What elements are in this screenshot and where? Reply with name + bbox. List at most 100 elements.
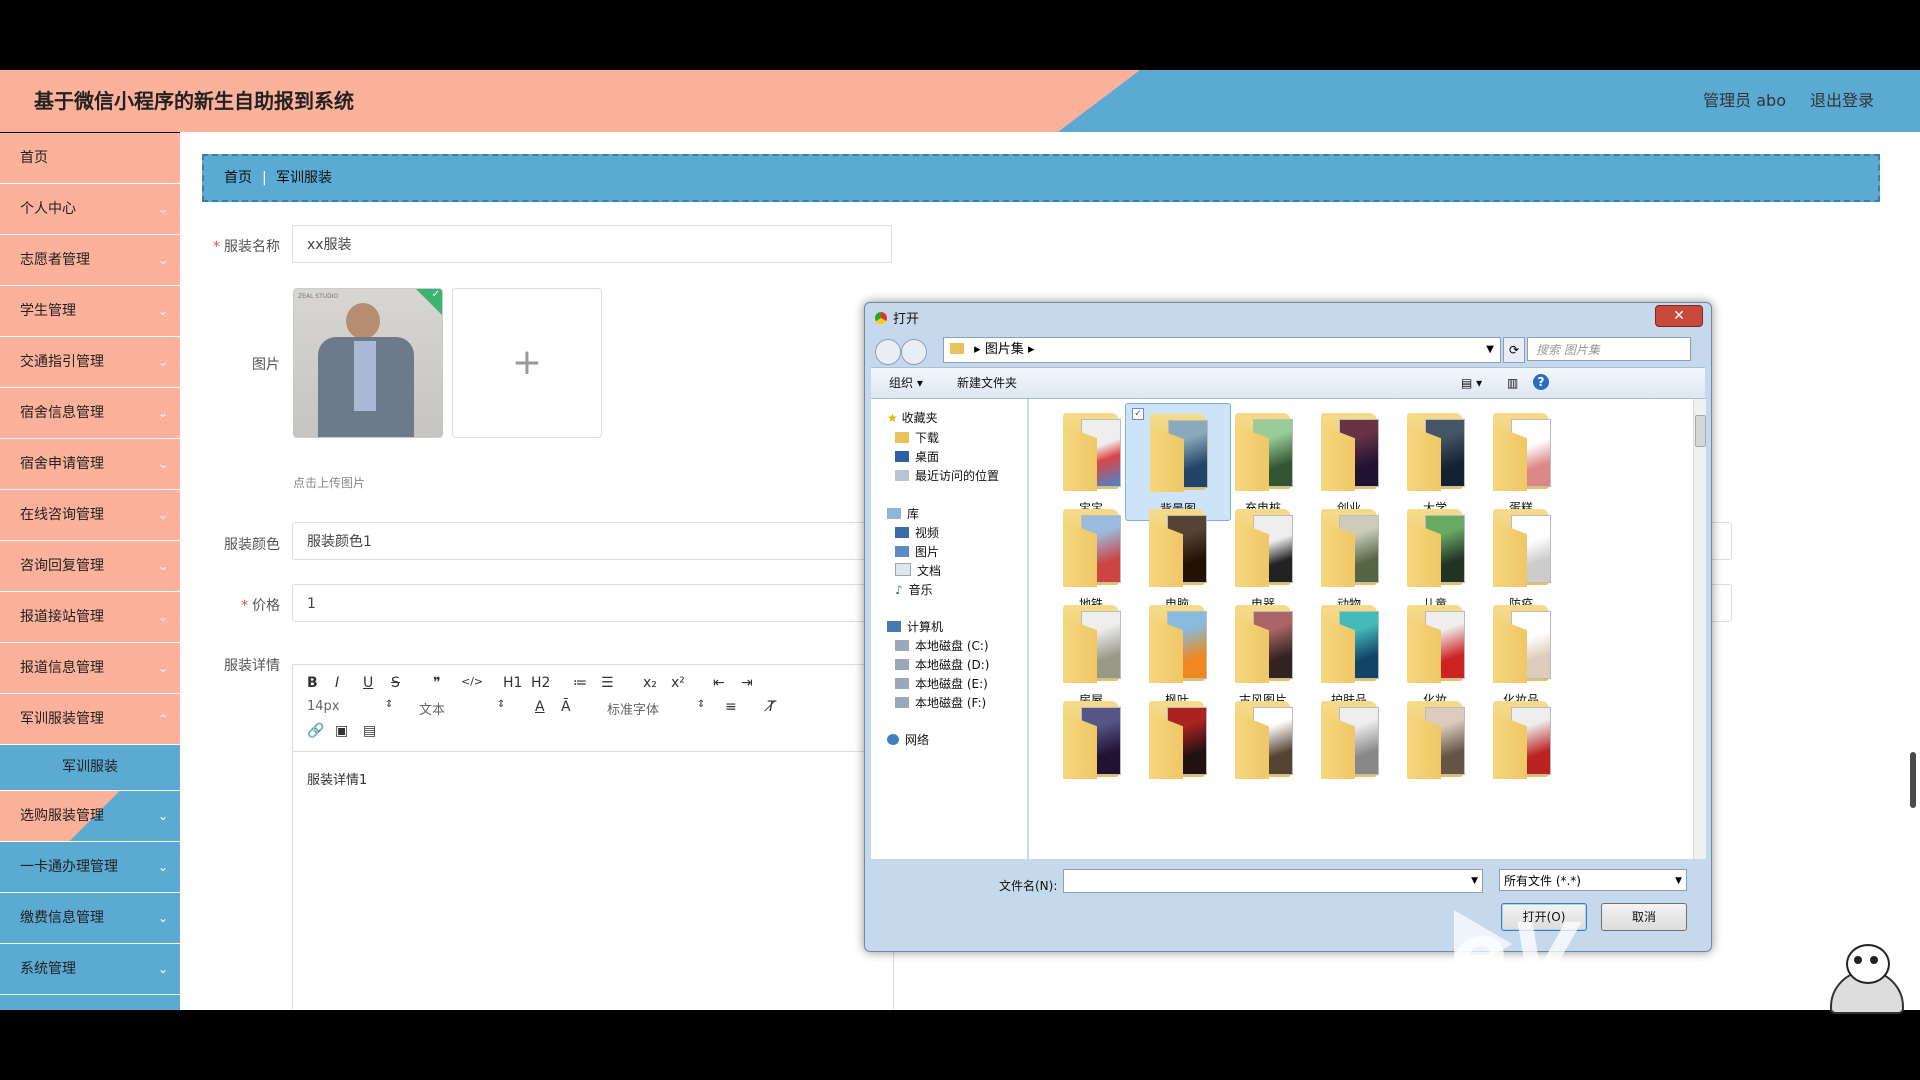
nav-favorites[interactable]: ★ 收藏夹 xyxy=(887,409,938,426)
sidebar-subitem-uniform[interactable]: 军训服装 xyxy=(0,745,180,791)
h1-button[interactable]: H1 xyxy=(503,675,522,691)
nav-libraries[interactable]: 库 xyxy=(887,505,919,522)
detail-label: 服装详情 xyxy=(224,658,280,674)
admin-label: 管理员 abo xyxy=(1703,91,1786,110)
paragraph-select[interactable]: 文本 xyxy=(419,699,445,718)
mascot-icon xyxy=(1810,940,1920,1014)
nav-disk-f[interactable]: 本地磁盘 (F:) xyxy=(895,694,986,711)
view-options-icon[interactable]: ▤ ▾ xyxy=(1461,368,1482,398)
ordered-list-button[interactable]: ≔ xyxy=(573,675,587,691)
h2-button[interactable]: H2 xyxy=(531,675,550,691)
breadcrumb: 首页 | 军训服装 xyxy=(202,154,1880,202)
nav-pictures[interactable]: 图片 xyxy=(895,543,939,560)
dialog-title: 打开 xyxy=(875,307,919,333)
address-bar[interactable]: ▸ 图片集 ▸ ▼ xyxy=(943,337,1501,363)
font-color-icon[interactable]: A xyxy=(535,699,545,715)
nav-downloads[interactable]: 下载 xyxy=(895,429,939,446)
bold-button[interactable]: B xyxy=(307,675,318,691)
italic-button[interactable]: I xyxy=(335,675,339,691)
clear-format-icon[interactable]: T̸ xyxy=(767,699,776,715)
sidebar-item-card[interactable]: 一卡通办理管理 ⌄ xyxy=(0,842,180,893)
sidebar-item-report-info[interactable]: 报道信息管理 ⌄ xyxy=(0,643,180,694)
strike-button[interactable]: S xyxy=(391,675,400,691)
video-icon[interactable]: ▤ xyxy=(363,723,376,739)
bullet-list-button[interactable]: ☰ xyxy=(601,675,614,691)
nav-disk-d[interactable]: 本地磁盘 (D:) xyxy=(895,656,989,673)
sidebar-item-payment[interactable]: 缴费信息管理 ⌄ xyxy=(0,893,180,944)
link-icon[interactable]: 🔗 xyxy=(307,723,324,739)
cancel-button[interactable]: 取消 xyxy=(1601,903,1687,931)
address-path[interactable]: 图片集 xyxy=(985,342,1024,357)
sidebar-item-home[interactable]: 首页 xyxy=(0,133,180,184)
path-arrow-icon: ▸ xyxy=(1027,342,1035,357)
sidebar-item-dorm-apply[interactable]: 宿舍申请管理 ⌄ xyxy=(0,439,180,490)
sidebar-item-dorm-info[interactable]: 宿舍信息管理 ⌄ xyxy=(0,388,180,439)
dialog-search-input[interactable]: 搜索 图片集 xyxy=(1527,337,1691,361)
image-icon[interactable]: ▣ xyxy=(335,723,348,739)
editor-content[interactable]: 服装详情1 xyxy=(307,769,367,788)
nav-documents[interactable]: 文档 xyxy=(895,562,941,579)
forward-button[interactable] xyxy=(901,339,927,365)
code-button[interactable]: </> xyxy=(461,675,483,688)
refresh-icon[interactable]: ⟳ xyxy=(1503,337,1525,363)
quote-button[interactable]: ❞ xyxy=(433,675,441,691)
sidebar-item-personal-center[interactable]: 个人中心 ⌄ xyxy=(0,184,180,235)
scroll-handle[interactable] xyxy=(1910,752,1916,808)
nav-desktop[interactable]: 桌面 xyxy=(895,448,939,465)
outdent-button[interactable]: ⇤ xyxy=(713,675,725,691)
sidebar-item-consult[interactable]: 在线咨询管理 ⌄ xyxy=(0,490,180,541)
sidebar-item-traffic[interactable]: 交通指引管理 ⌄ xyxy=(0,337,180,388)
chrome-icon xyxy=(875,312,887,324)
chevron-down-icon: ⌄ xyxy=(157,304,168,318)
nav-videos[interactable]: 视频 xyxy=(895,524,939,541)
superscript-button[interactable]: x² xyxy=(671,675,685,691)
nav-network[interactable]: 网络 xyxy=(887,731,929,748)
sidebar-item-label: 志愿者管理 xyxy=(20,252,90,268)
name-input[interactable]: xx服装 xyxy=(292,225,892,263)
nav-disk-c[interactable]: 本地磁盘 (C:) xyxy=(895,637,989,654)
paragraph-select-arrow: ⇕ xyxy=(497,699,506,710)
price-label: * 价格 xyxy=(241,598,280,614)
organize-button[interactable]: 组织 ▾ xyxy=(889,368,923,398)
nav-recent[interactable]: 最近访问的位置 xyxy=(895,467,999,484)
indent-button[interactable]: ⇥ xyxy=(741,675,753,691)
nav-computer[interactable]: 计算机 xyxy=(887,618,943,635)
color-label: 服装颜色 xyxy=(224,537,280,553)
chevron-down-icon: ⌄ xyxy=(157,355,168,369)
sidebar-item-students[interactable]: 学生管理 ⌄ xyxy=(0,286,180,337)
chevron-down-icon[interactable]: ▼ xyxy=(1471,870,1478,892)
sidebar-item-label: 报道信息管理 xyxy=(20,660,104,676)
nav-disk-e[interactable]: 本地磁盘 (E:) xyxy=(895,675,988,692)
filename-input[interactable]: ▼ xyxy=(1063,869,1483,893)
filetype-select[interactable]: 所有文件 (*.*) ▼ xyxy=(1499,869,1687,891)
sidebar-item-uniform[interactable]: 军训服装管理 ⌃ xyxy=(0,694,180,745)
help-icon[interactable]: ? xyxy=(1533,374,1549,390)
sidebar-item-purchase[interactable]: 选购服装管理 ⌄ xyxy=(0,791,180,842)
uploaded-image[interactable]: ZEAL STUDIO ✓ xyxy=(293,288,443,438)
sidebar-item-volunteers[interactable]: 志愿者管理 ⌄ xyxy=(0,235,180,286)
image-upload-button[interactable]: + xyxy=(452,288,602,438)
new-folder-button[interactable]: 新建文件夹 xyxy=(957,368,1017,398)
sidebar-item-system[interactable]: 系统管理 ⌄ xyxy=(0,944,180,995)
breadcrumb-home[interactable]: 首页 xyxy=(224,156,252,200)
file-list-scrollbar[interactable] xyxy=(1693,399,1706,859)
chevron-down-icon: ⌄ xyxy=(157,860,168,874)
nav-music[interactable]: ♪ 音乐 xyxy=(895,581,933,598)
address-dropdown-icon[interactable]: ▼ xyxy=(1486,338,1494,362)
background-color-icon[interactable]: Ā xyxy=(561,699,571,715)
font-size-select[interactable]: 14px xyxy=(307,699,340,714)
align-icon[interactable]: ≡ xyxy=(725,699,737,715)
underline-button[interactable]: U xyxy=(363,675,373,691)
font-family-select[interactable]: 标准字体 xyxy=(607,699,659,718)
subscript-button[interactable]: x₂ xyxy=(643,675,657,691)
sidebar-item-reply[interactable]: 咨询回复管理 ⌄ xyxy=(0,541,180,592)
chevron-down-icon: ⌄ xyxy=(157,809,168,823)
font-family-select-arrow: ⇕ xyxy=(697,699,706,710)
back-button[interactable] xyxy=(875,339,901,365)
logout-link[interactable]: 退出登录 xyxy=(1810,70,1874,132)
scrollbar-thumb[interactable] xyxy=(1695,415,1706,447)
dialog-close-button[interactable]: ✕ xyxy=(1655,305,1703,327)
sidebar-item-pickup[interactable]: 报道接站管理 ⌄ xyxy=(0,592,180,643)
preview-pane-icon[interactable]: ▥ xyxy=(1507,368,1518,398)
folder-item[interactable] xyxy=(1469,691,1573,807)
